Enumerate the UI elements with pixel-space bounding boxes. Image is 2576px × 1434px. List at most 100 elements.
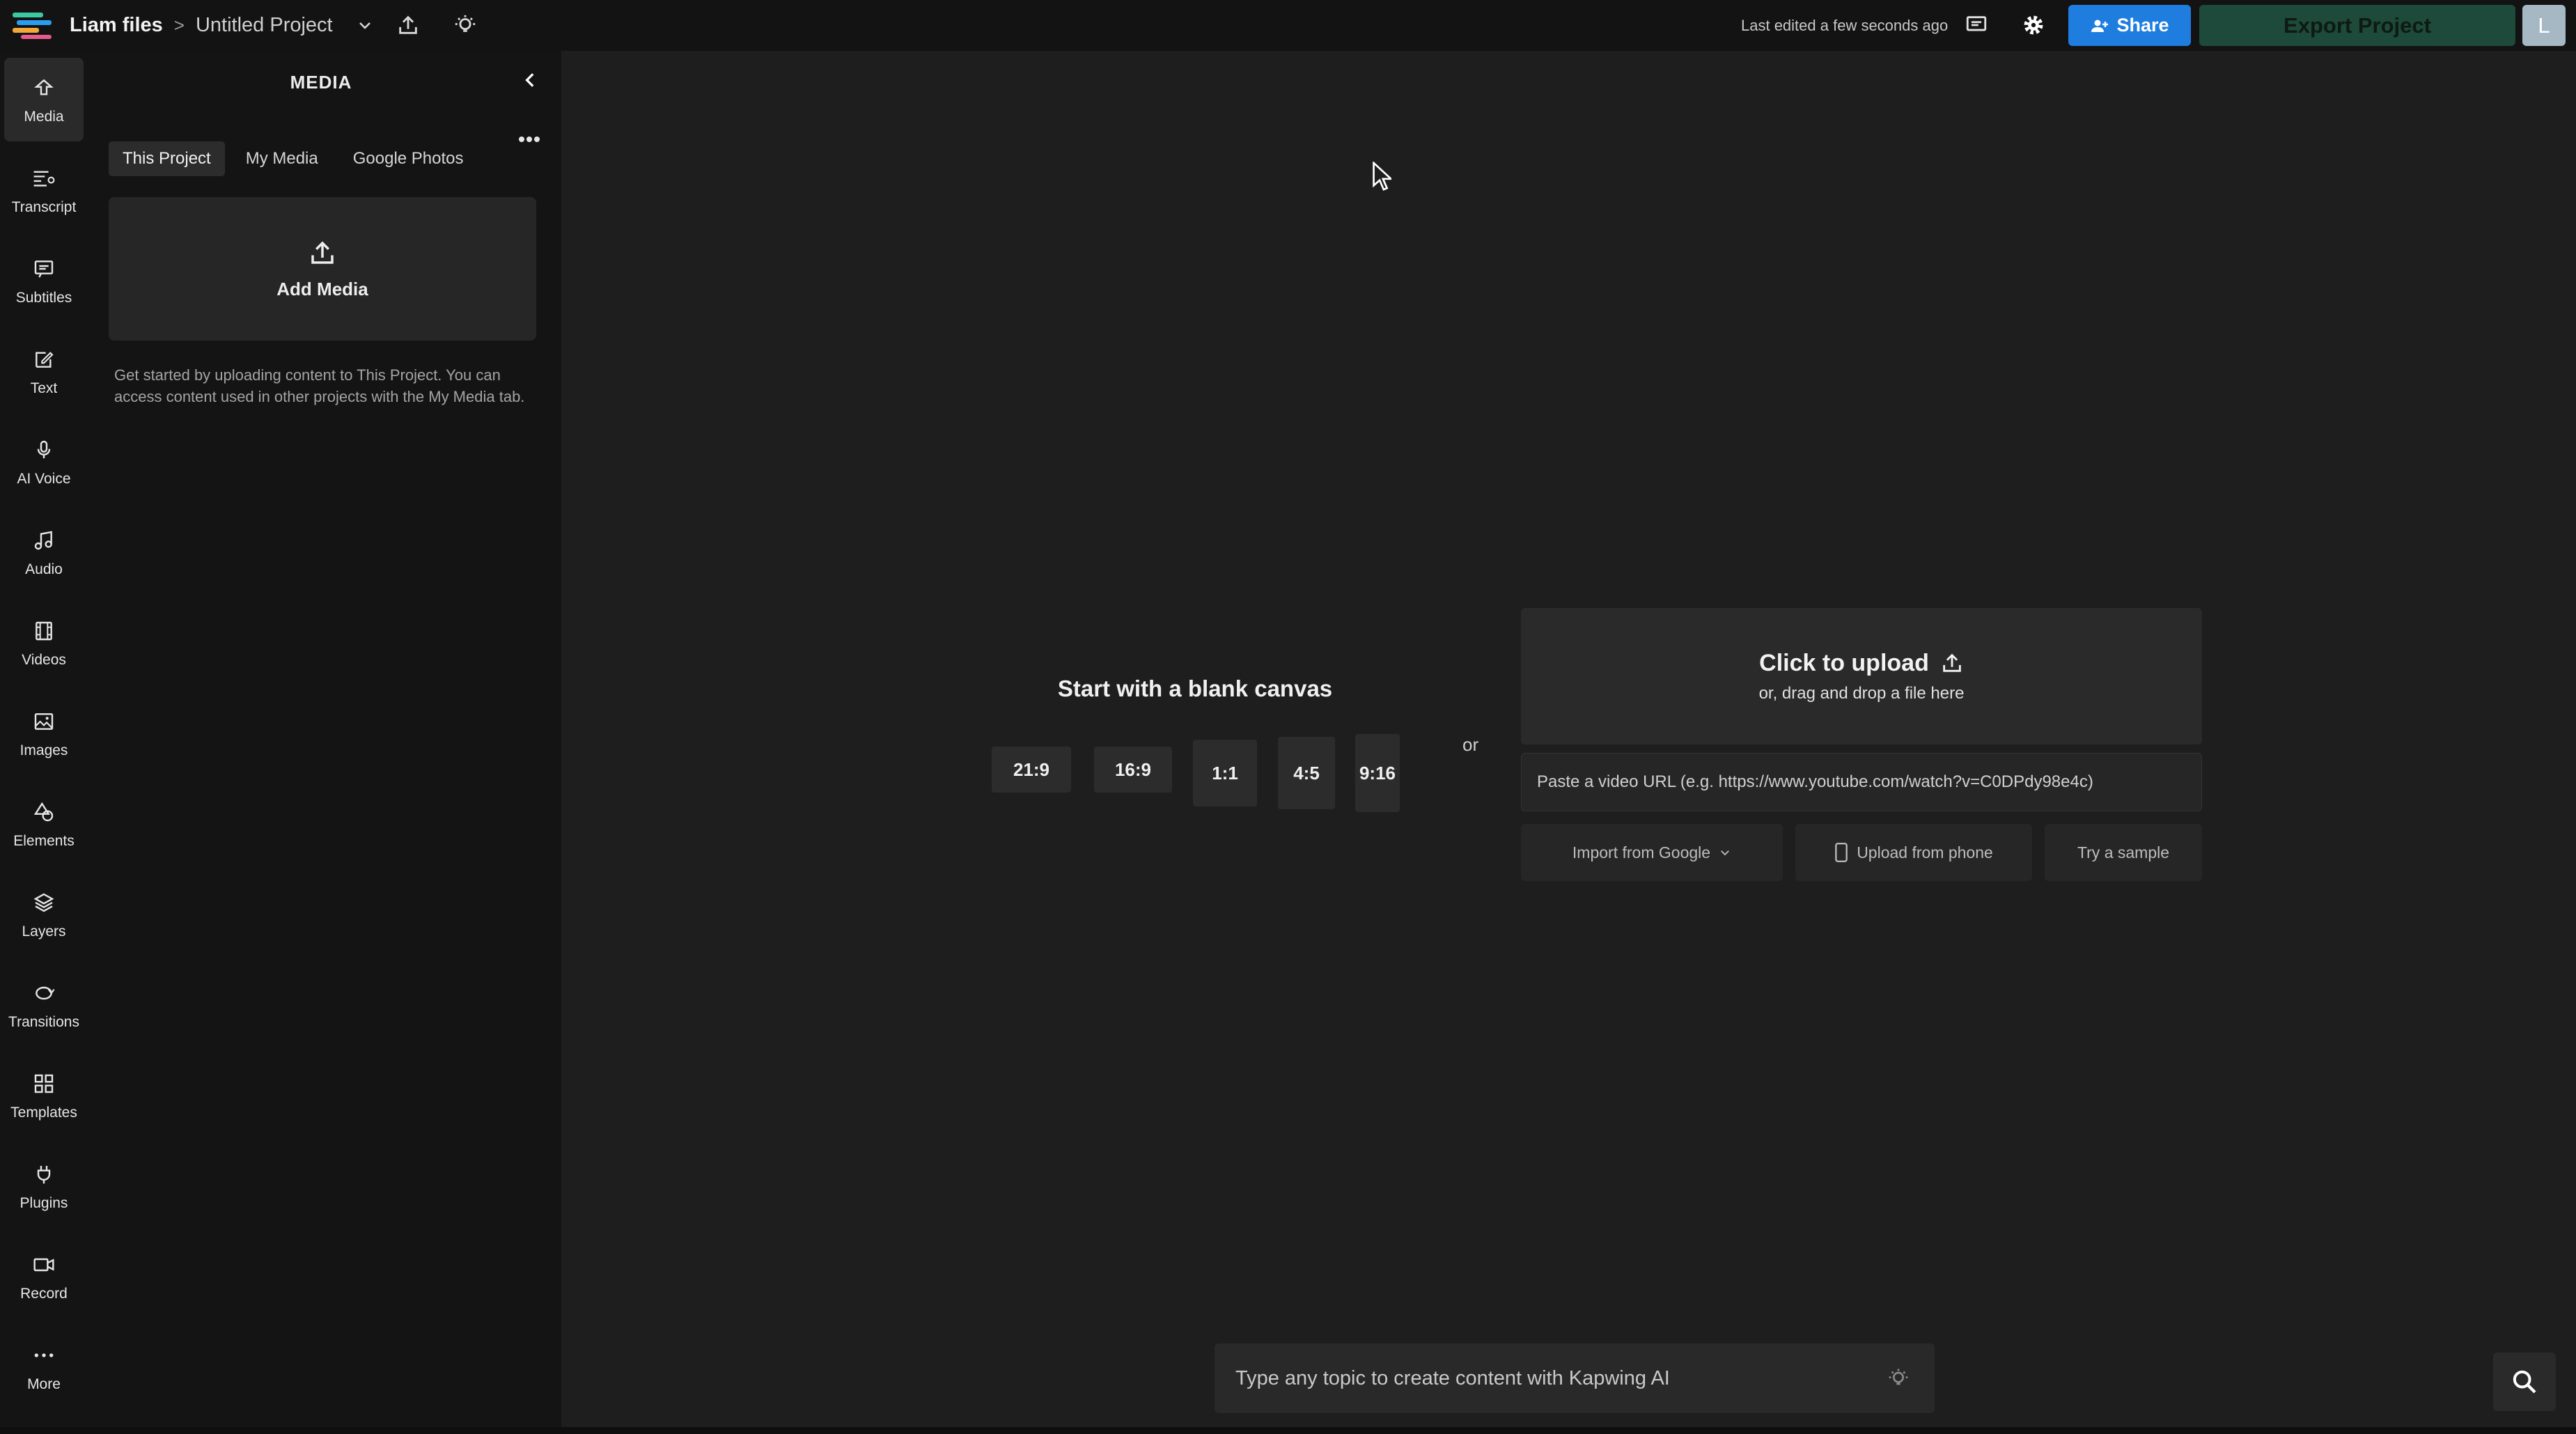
subtitles-icon [30, 255, 58, 283]
search-button[interactable] [2493, 1353, 2556, 1411]
media-icon [30, 74, 58, 102]
import-from-google-button[interactable]: Import from Google [1521, 824, 1783, 881]
images-icon [30, 708, 58, 735]
ai-voice-icon [30, 436, 58, 464]
comment-icon[interactable] [1962, 11, 1990, 39]
panel-title: MEDIA [290, 72, 352, 93]
sidebar-item-label: Audio [25, 561, 63, 577]
lightbulb-icon[interactable] [451, 11, 479, 39]
audio-icon [30, 527, 58, 554]
sidebar-item-label: Templates [10, 1105, 77, 1121]
sidebar-item-label: Layers [22, 923, 66, 940]
sidebar-item-templates[interactable]: Templates [4, 1054, 84, 1137]
blank-canvas-title: Start with a blank canvas [1057, 676, 1333, 701]
sidebar-item-label: Record [20, 1286, 68, 1302]
sidebar-item-label: More [27, 1376, 61, 1392]
media-tabs: This Project My Media Google Photos [109, 141, 478, 176]
sidebar-item-record[interactable]: Record [4, 1235, 84, 1318]
sidebar-item-text[interactable]: Text [4, 329, 84, 413]
plugins-icon [30, 1160, 58, 1188]
transitions-icon [30, 979, 58, 1007]
tab-my-media[interactable]: My Media [232, 141, 332, 176]
chevron-down-icon [1721, 850, 1729, 856]
upload-sub-label: or, drag and drop a file here [1758, 683, 1965, 703]
mouse-cursor-icon [1373, 162, 1391, 191]
upload-phone-label: Upload from phone [1857, 843, 1993, 862]
more-options-button[interactable] [514, 129, 545, 150]
gear-icon[interactable] [2020, 11, 2047, 39]
phone-icon [1835, 843, 1848, 862]
search-icon [2513, 1370, 2536, 1394]
sidebar-item-elements[interactable]: Elements [4, 782, 84, 866]
add-user-icon [2091, 20, 2109, 32]
breadcrumb-separator: > [173, 15, 185, 36]
sidebar-item-ai-voice[interactable]: AI Voice [4, 420, 84, 504]
app-window: Liam files > Untitled Project Last edite… [0, 0, 2576, 1434]
upload-icon[interactable] [394, 11, 422, 39]
sidebar-item-media[interactable]: Media [4, 58, 84, 141]
sidebar-item-label: Text [30, 380, 58, 396]
media-panel: MEDIA This Project My Media Google Photo… [88, 51, 643, 1427]
templates-icon [30, 1070, 58, 1098]
record-icon [30, 1251, 58, 1279]
add-media-label: Add Media [276, 278, 368, 299]
upload-main-line: Click to upload [1759, 650, 1964, 677]
transcript-icon [30, 164, 58, 192]
or-separator: or [1462, 734, 1479, 755]
sidebar-item-label: AI Voice [17, 471, 71, 487]
tool-sidebar: Media Transcript Subtitles Text AI Voice… [0, 51, 88, 1434]
tab-google-photos[interactable]: Google Photos [339, 141, 478, 176]
elements-icon [30, 798, 58, 826]
sidebar-item-transitions[interactable]: Transitions [4, 963, 84, 1047]
chevron-left-icon [525, 73, 534, 87]
upload-main-label: Click to upload [1759, 649, 1929, 676]
sidebar-item-plugins[interactable]: Plugins [4, 1144, 84, 1228]
ratio-1-1-button[interactable]: 1:1 [1193, 740, 1257, 806]
sidebar-item-label: Elements [13, 833, 75, 849]
sidebar-item-videos[interactable]: Videos [4, 601, 84, 685]
media-help-text: Get started by uploading content to This… [114, 366, 525, 405]
sidebar-item-layers[interactable]: Layers [4, 873, 84, 956]
add-media-button[interactable]: Add Media [109, 197, 536, 341]
sidebar-item-label: Plugins [19, 1195, 68, 1211]
project-name[interactable]: Untitled Project [196, 14, 333, 37]
collapse-panel-button[interactable] [517, 66, 545, 94]
sidebar-item-subtitles[interactable]: Subtitles [4, 239, 84, 322]
more-icon [30, 1341, 58, 1369]
upload-icon [311, 241, 334, 264]
sidebar-item-images[interactable]: Images [4, 692, 84, 775]
sidebar-item-label: Transcript [11, 199, 77, 215]
sidebar-item-label: Subtitles [15, 290, 72, 306]
video-url-input[interactable] [1521, 753, 2202, 811]
ai-topic-input[interactable] [1215, 1343, 1869, 1413]
upload-from-phone-button[interactable]: Upload from phone [1795, 824, 2032, 881]
click-to-upload-area[interactable]: Click to upload or, drag and drop a file… [1521, 608, 2202, 745]
export-project-button[interactable]: Export Project [2199, 5, 2515, 46]
breadcrumb-root[interactable]: Liam files [70, 14, 163, 37]
avatar[interactable]: L [2522, 5, 2566, 46]
sidebar-item-label: Videos [22, 652, 66, 668]
chevron-down-icon[interactable] [351, 11, 379, 39]
kapwing-ai-bar [1215, 1343, 1935, 1413]
videos-icon [30, 617, 58, 645]
sidebar-item-audio[interactable]: Audio [4, 511, 84, 594]
ratio-9-16-button[interactable]: 9:16 [1355, 734, 1400, 812]
share-label: Share [2116, 15, 2169, 36]
upload-icon [1943, 653, 1961, 672]
tab-this-project[interactable]: This Project [109, 141, 225, 176]
top-bar: Liam files > Untitled Project Last edite… [0, 0, 2576, 51]
ratio-21-9-button[interactable]: 21:9 [992, 747, 1071, 793]
sidebar-item-more[interactable]: More [4, 1325, 84, 1409]
sidebar-item-label: Media [24, 109, 64, 125]
sidebar-item-transcript[interactable]: Transcript [4, 148, 84, 232]
last-edited-status: Last edited a few seconds ago [1741, 17, 1949, 34]
export-label: Export Project [2284, 13, 2431, 38]
kapwing-logo-icon[interactable] [13, 10, 58, 40]
lightbulb-icon[interactable] [1884, 1364, 1912, 1392]
try-a-sample-button[interactable]: Try a sample [2045, 824, 2202, 881]
sidebar-item-label: Transitions [8, 1014, 79, 1030]
ratio-4-5-button[interactable]: 4:5 [1278, 737, 1335, 809]
ratio-16-9-button[interactable]: 16:9 [1094, 747, 1172, 793]
share-button[interactable]: Share [2068, 5, 2191, 46]
more-dots-icon [519, 137, 540, 142]
